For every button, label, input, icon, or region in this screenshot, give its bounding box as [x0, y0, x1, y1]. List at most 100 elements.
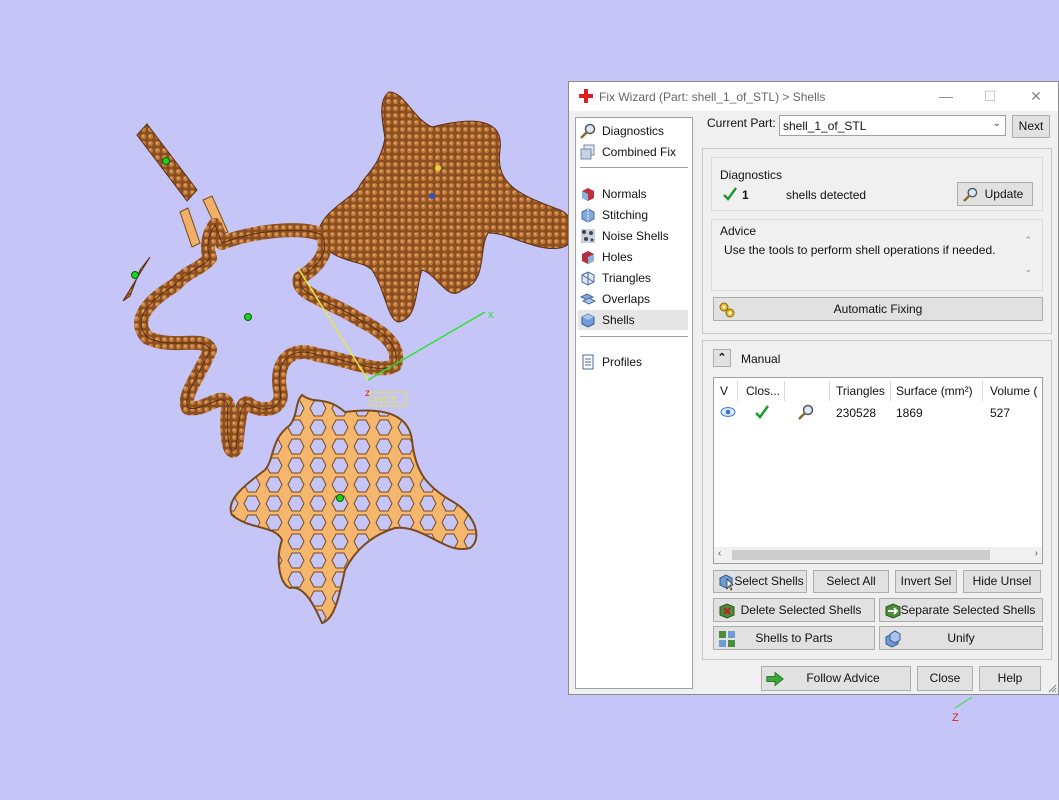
- invert-selection-button[interactable]: Invert Sel: [895, 570, 957, 593]
- eye-icon[interactable]: [720, 405, 736, 419]
- select-all-button[interactable]: Select All: [813, 570, 889, 593]
- shells-table[interactable]: V Clos... Triangles Surface (mm²) Volume…: [713, 377, 1043, 564]
- select-shells-button[interactable]: Select Shells: [713, 570, 807, 593]
- resize-grip-icon[interactable]: [1047, 683, 1057, 693]
- update-label: Update: [984, 187, 1024, 201]
- chevron-down-icon: ⌄: [992, 118, 1001, 129]
- delete-selected-shells-label: Delete Selected Shells: [740, 603, 862, 617]
- solid-star-part[interactable]: [317, 91, 574, 323]
- horizontal-scrollbar[interactable]: ‹ ›: [714, 547, 1042, 563]
- automatic-fixing-label: Automatic Fixing: [833, 302, 923, 316]
- axis-x-label: x: [488, 309, 494, 321]
- nav-label: Overlaps: [602, 292, 651, 306]
- separate-selected-shells-label: Separate Selected Shells: [900, 603, 1036, 617]
- advice-title: Advice: [720, 224, 757, 238]
- arrow-right-icon: [766, 671, 784, 687]
- window-title: Fix Wizard (Part: shell_1_of_STL) > Shel…: [599, 90, 826, 104]
- wcs-label: WCS: [374, 395, 398, 406]
- automatic-fixing-button[interactable]: Automatic Fixing: [713, 297, 1043, 321]
- help-button[interactable]: Help: [979, 666, 1041, 691]
- nav-item-shells[interactable]: Shells: [578, 310, 688, 330]
- stack-icon: [580, 144, 595, 160]
- volume-cell: 527: [990, 406, 1011, 420]
- diagnostics-title: Diagnostics: [720, 168, 783, 182]
- shells-detected-text: shells detected: [786, 188, 867, 202]
- shells-to-parts-button[interactable]: Shells to Parts: [713, 626, 875, 650]
- nav-item-overlaps[interactable]: Overlaps: [578, 289, 688, 309]
- honeycomb-star-part[interactable]: [229, 393, 478, 625]
- current-part-label: Current Part:: [707, 116, 776, 130]
- manual-group: ⌃ Manual V Clos... Triangles Surface (mm…: [702, 340, 1052, 660]
- magnifier-icon: [580, 123, 596, 139]
- scroll-up-icon[interactable]: ⌃: [1024, 235, 1032, 246]
- nav-item-holes[interactable]: Holes: [578, 247, 688, 267]
- noise-shells-icon: [581, 229, 595, 243]
- separate-shell-icon: [885, 603, 901, 619]
- nav-label: Profiles: [602, 355, 643, 369]
- column-header-closed[interactable]: Clos...: [746, 384, 780, 398]
- column-header-visible[interactable]: V: [720, 384, 728, 398]
- triangles-cell: 230528: [836, 406, 877, 420]
- title-bar[interactable]: Fix Wizard (Part: shell_1_of_STL) > Shel…: [569, 82, 1058, 111]
- hide-unselected-button[interactable]: Hide Unsel: [963, 570, 1041, 593]
- close-window-button[interactable]: ✕: [1025, 86, 1047, 106]
- magnifier-icon[interactable]: [798, 404, 814, 420]
- delete-selected-shells-button[interactable]: Delete Selected Shells: [713, 598, 875, 622]
- current-part-value: shell_1_of_STL: [783, 119, 867, 133]
- shells-to-parts-label: Shells to Parts: [755, 631, 833, 645]
- next-button[interactable]: Next: [1012, 115, 1050, 138]
- nav-label: Diagnostics: [602, 124, 665, 138]
- nav-item-normals[interactable]: Normals: [578, 184, 688, 204]
- axis-z-label: z: [365, 388, 370, 399]
- manual-title: Manual: [741, 352, 781, 366]
- nav-item-noise-shells[interactable]: Noise Shells: [578, 226, 688, 246]
- nav-item-diagnostics[interactable]: Diagnostics: [578, 121, 688, 141]
- minimize-button[interactable]: —: [935, 86, 957, 106]
- unify-label: Unify: [947, 631, 975, 645]
- diagnostics-box: Diagnostics 1 shells detected Update: [711, 157, 1043, 211]
- scrollbar-thumb[interactable]: [732, 550, 990, 560]
- nav-item-stitching[interactable]: Stitching: [578, 205, 688, 225]
- nav-item-profiles[interactable]: Profiles: [578, 352, 688, 372]
- corner-axis-z-label: Z: [952, 712, 959, 724]
- nav-label: Combined Fix: [602, 145, 677, 159]
- nav-label: Noise Shells: [602, 229, 669, 243]
- unify-button[interactable]: Unify: [879, 626, 1043, 650]
- nav-label: Triangles: [602, 271, 651, 285]
- nav-label: Shells: [602, 313, 635, 327]
- follow-advice-button[interactable]: Follow Advice: [761, 666, 911, 691]
- nav-item-combined-fix[interactable]: Combined Fix: [578, 142, 688, 162]
- normals-cube-icon: [582, 188, 594, 201]
- overlaps-icon: [580, 293, 596, 305]
- maximize-button[interactable]: ☐: [979, 86, 1001, 106]
- triangle-part[interactable]: [122, 256, 151, 302]
- shell-count: 1: [742, 188, 749, 202]
- select-shells-icon: [719, 574, 734, 591]
- nav-item-triangles[interactable]: Triangles: [578, 268, 688, 288]
- diagnostics-advice-group: Diagnostics 1 shells detected Update Adv…: [702, 148, 1052, 334]
- update-button[interactable]: Update: [957, 182, 1033, 206]
- magnifier-icon: [963, 187, 978, 202]
- current-part-dropdown[interactable]: shell_1_of_STL ⌄: [779, 115, 1006, 136]
- shells-to-parts-icon: [719, 631, 735, 647]
- scroll-down-icon[interactable]: ⌄: [1024, 264, 1032, 275]
- separate-selected-shells-button[interactable]: Separate Selected Shells: [879, 598, 1043, 622]
- column-header-surface[interactable]: Surface (mm²): [896, 384, 973, 398]
- column-header-triangles[interactable]: Triangles: [836, 384, 885, 398]
- follow-advice-label: Follow Advice: [806, 671, 880, 685]
- holes-icon: [582, 251, 594, 264]
- advice-text: Use the tools to perform shell operation…: [724, 243, 996, 257]
- column-header-volume[interactable]: Volume (: [990, 384, 1037, 398]
- scroll-left-icon[interactable]: ‹: [718, 548, 721, 559]
- collapse-icon[interactable]: ⌃: [713, 349, 731, 367]
- document-icon: [582, 354, 594, 370]
- select-shells-label: Select Shells: [734, 574, 804, 588]
- surface-cell: 1869: [896, 406, 923, 420]
- advice-box: Advice Use the tools to perform shell op…: [711, 219, 1043, 291]
- close-button[interactable]: Close: [917, 666, 973, 691]
- stitching-icon: [581, 208, 595, 223]
- wizard-nav-panel: Diagnostics Combined Fix Normals Stitchi…: [575, 117, 693, 689]
- checkmark-icon: [723, 187, 738, 201]
- gears-icon: [719, 302, 735, 318]
- scroll-right-icon[interactable]: ›: [1035, 548, 1038, 559]
